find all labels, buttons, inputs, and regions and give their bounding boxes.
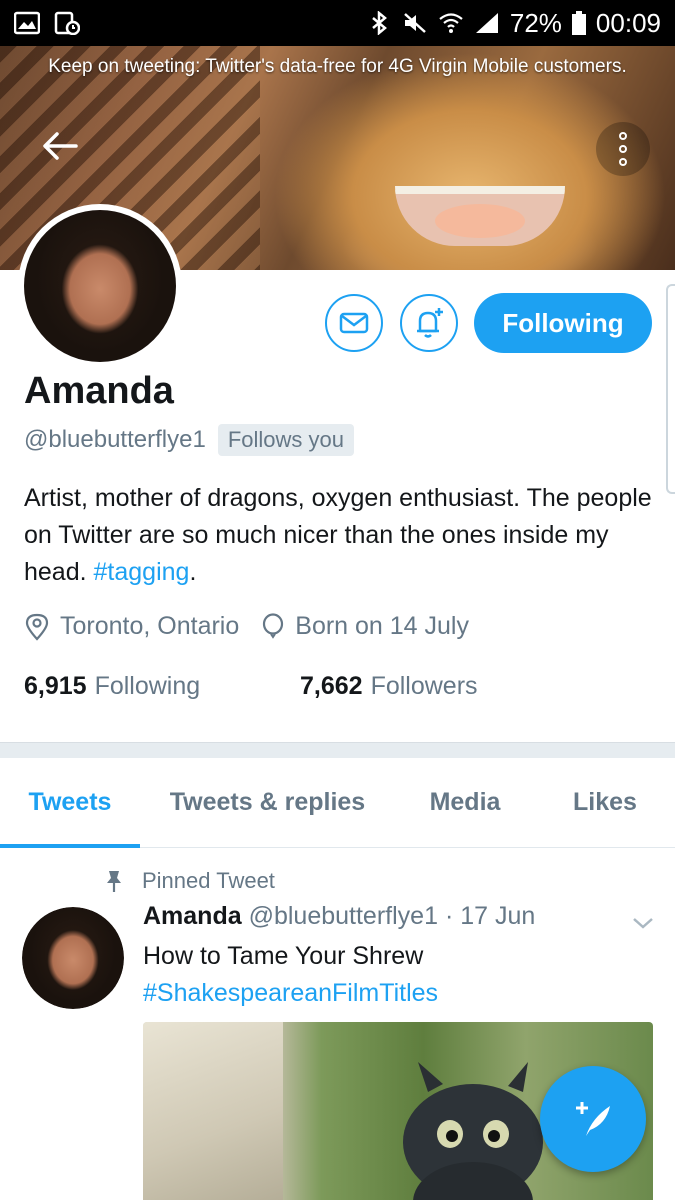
more-options-button[interactable] (596, 122, 650, 176)
banner-lizard-mouth (395, 186, 565, 246)
mute-icon (404, 13, 426, 33)
profile-meta: Toronto, Ontario Born on 14 July (24, 612, 491, 641)
tweet-body: How to Tame Your Shrew #ShakespeareanFil… (143, 938, 653, 1012)
avatar-photo (24, 210, 176, 362)
back-arrow-icon (43, 132, 78, 160)
profile-bio: Artist, mother of dragons, oxygen enthus… (24, 480, 654, 591)
following-button[interactable]: Following (474, 293, 652, 353)
tweet-avatar[interactable] (22, 907, 124, 1009)
followers-label: Followers (370, 672, 478, 700)
more-dot (619, 145, 627, 153)
profile-name: Amanda (24, 370, 174, 412)
scroll-indicator (666, 284, 675, 494)
promo-banner-text[interactable]: Keep on tweeting: Twitter's data-free fo… (0, 56, 675, 78)
compose-quill-icon (576, 1102, 610, 1136)
signal-icon (475, 13, 498, 33)
tweet-hashtag-link[interactable]: #ShakespeareanFilmTitles (143, 975, 653, 1012)
dragon-figure (403, 1062, 543, 1200)
profile-avatar[interactable] (18, 204, 182, 368)
location-text: Toronto, Ontario (60, 612, 240, 640)
tab-likes[interactable]: Likes (535, 758, 675, 847)
more-dot (619, 158, 627, 166)
bio-hashtag-link[interactable]: #tagging (94, 558, 190, 586)
compose-tweet-button[interactable] (540, 1066, 646, 1172)
profile-tabs: Tweets Tweets & replies Media Likes (0, 758, 675, 848)
chevron-down-icon (633, 918, 653, 929)
notifications-button[interactable] (400, 294, 458, 352)
birthday-text: Born on 14 July (295, 612, 469, 640)
image-notification-icon (54, 11, 80, 35)
profile-handle: @bluebutterflye1 (24, 426, 206, 453)
gallery-icon (14, 11, 40, 35)
tweet-author-name[interactable]: Amanda (143, 902, 242, 930)
tweet-text: How to Tame Your Shrew (143, 942, 424, 970)
follow-stats: 6,915 Following 7,662 Followers (24, 672, 478, 701)
balloon-icon (263, 612, 284, 639)
following-count: 6,915 (24, 672, 87, 700)
more-dot (619, 132, 627, 140)
pin-icon (107, 871, 121, 892)
tweet-date: · 17 Jun (444, 902, 536, 930)
status-bar: 72% 00:09 (0, 0, 675, 46)
handle-row: @bluebutterflye1 Follows you (24, 424, 354, 456)
back-button[interactable] (38, 124, 82, 168)
tweet-header: Amanda @bluebutterflye1 · 17 Jun (143, 902, 535, 931)
following-stat[interactable]: 6,915 Following (24, 672, 300, 701)
followers-count: 7,662 (300, 672, 363, 700)
media-rock (143, 1022, 283, 1200)
bio-end: . (189, 558, 197, 586)
location: Toronto, Ontario (24, 612, 239, 641)
tweet-author-handle[interactable]: @bluebutterflye1 (249, 902, 438, 930)
battery-icon (571, 11, 586, 35)
tweet-avatar-photo (22, 907, 124, 1009)
tab-tweets[interactable]: Tweets (0, 758, 140, 848)
follows-you-badge: Follows you (217, 424, 354, 456)
location-pin-icon (25, 613, 49, 641)
clock: 00:09 (595, 7, 661, 38)
followers-stat[interactable]: 7,662 Followers (300, 672, 478, 701)
birthday: Born on 14 July (261, 612, 469, 641)
message-button[interactable] (325, 294, 383, 352)
tab-tweets-replies[interactable]: Tweets & replies (140, 758, 395, 847)
tab-media[interactable]: Media (395, 758, 535, 847)
pinned-label: Pinned Tweet (142, 868, 275, 893)
pinned-indicator: Pinned Tweet (104, 868, 275, 894)
wifi-icon (439, 13, 463, 33)
bluetooth-icon (372, 11, 387, 35)
section-divider (0, 742, 675, 758)
following-label: Following (94, 672, 201, 700)
tweet-menu-button[interactable] (628, 908, 658, 938)
bell-plus-icon (417, 308, 443, 338)
envelope-icon (339, 312, 369, 334)
battery-percent: 72% (509, 7, 562, 38)
